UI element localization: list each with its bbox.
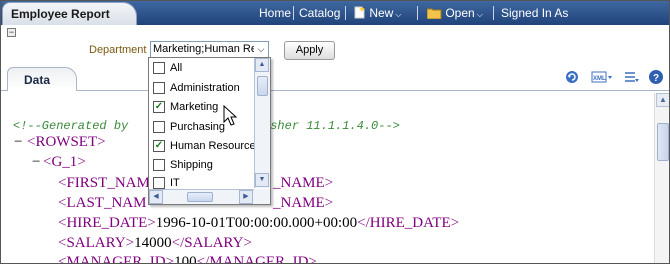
nav-new-label: New — [369, 6, 394, 20]
report-window: Employee Report Home Catalog New ⌵ Open ⌵ … — [0, 0, 670, 264]
scroll-right-icon[interactable]: ▶ — [239, 190, 253, 204]
xml-tag: MANAGER_ID — [66, 254, 166, 264]
option-it[interactable]: IT — [153, 175, 253, 189]
list-vertical-scrollbar[interactable]: ▲ ▼ — [254, 58, 270, 188]
nav-open-label: Open — [445, 6, 475, 20]
checkmark-icon[interactable]: ✓ — [153, 101, 165, 113]
xml-comment-right: sher 11.1.1.4.0--> — [270, 119, 400, 133]
xml-tag: _NAME — [273, 195, 325, 211]
department-label: Department — [89, 44, 147, 56]
option-label: All — [170, 62, 183, 74]
xml-group-line: <G_1> — [43, 154, 86, 170]
scroll-up-icon[interactable]: ▲ — [656, 93, 669, 107]
report-title: Employee Report — [11, 7, 110, 21]
nav-home-link[interactable]: Home — [259, 6, 291, 20]
nav-catalog-link[interactable]: Catalog — [299, 6, 340, 20]
report-title-tab[interactable]: Employee Report — [2, 2, 137, 25]
xml-salary-line: <SALARY>14000</SALARY> — [58, 235, 252, 251]
folder-icon — [426, 8, 442, 20]
option-marketing[interactable]: ✓ Marketing — [153, 99, 253, 118]
xml-tag: G_1 — [51, 154, 78, 170]
scroll-left-icon[interactable]: ◀ — [149, 190, 163, 204]
xml-manager-line: <MANAGER_ID>100</MANAGER_ID> — [58, 254, 317, 264]
xml-tag: SALARY — [184, 235, 244, 251]
chevron-down-icon: ⌵ — [395, 10, 402, 19]
nav-open-menu[interactable]: Open ⌵ — [426, 6, 483, 20]
scroll-up-icon[interactable]: ▲ — [255, 58, 269, 72]
refresh-icon[interactable] — [564, 69, 580, 85]
xml-tag: ROWSET — [35, 134, 98, 150]
option-label: IT — [170, 177, 180, 189]
nav-separator — [293, 6, 294, 20]
apply-button[interactable]: Apply — [284, 41, 335, 60]
nav-separator — [493, 6, 494, 20]
scroll-thumb[interactable] — [187, 192, 213, 202]
xml-value: 1996-10-01T00:00:00.000+00:00 — [155, 215, 358, 231]
option-label: Shipping — [170, 159, 213, 171]
department-select[interactable]: Marketing;Human Res ⌵ — [150, 41, 269, 58]
option-administration[interactable]: Administration — [153, 80, 253, 99]
option-purchasing[interactable]: Purchasing — [153, 119, 253, 138]
xml-tag: HIRE_DATE — [369, 215, 451, 231]
xml-value: 100 — [174, 254, 197, 264]
collapse-params-icon[interactable]: − — [7, 28, 16, 37]
option-label: Human Resources — [170, 140, 262, 152]
svg-text:XML: XML — [593, 76, 606, 82]
xml-tag: MANAGER_ID — [209, 254, 309, 264]
scroll-thumb[interactable] — [657, 123, 669, 161]
department-select-value: Marketing;Human Res — [153, 43, 263, 55]
option-checkbox[interactable] — [153, 121, 165, 133]
option-label: Administration — [170, 82, 240, 94]
chevron-down-icon: ⌵ — [476, 10, 483, 19]
nav-separator — [345, 6, 346, 20]
option-all[interactable]: All — [153, 60, 253, 79]
mouse-pointer-icon — [223, 105, 237, 126]
department-options-list[interactable]: All Administration ✓ Marketing Purchasing… — [148, 57, 271, 205]
export-xml-icon[interactable]: XML — [591, 69, 613, 85]
xml-first-name-line: <FIRST_NAM — [58, 175, 150, 191]
xml-tag: _NAME — [273, 175, 325, 191]
scroll-thumb[interactable] — [257, 76, 268, 96]
chevron-down-icon: ⌵ — [254, 42, 268, 57]
checkmark-icon[interactable]: ✓ — [153, 140, 165, 152]
xml-comment-left: <!--Generated by — [13, 119, 129, 133]
xml-last-name-line: <LAST_NAM — [58, 195, 147, 211]
option-human-resources[interactable]: ✓ Human Resources — [153, 138, 261, 157]
option-checkbox[interactable] — [153, 177, 165, 189]
xml-tag: SALARY — [66, 235, 126, 251]
option-checkbox[interactable] — [153, 82, 165, 94]
xml-rowset-line: <ROWSET> — [27, 134, 106, 150]
xml-last-name-close: _NAME> — [273, 195, 334, 211]
svg-text:?: ? — [653, 73, 659, 84]
help-icon[interactable]: ? — [648, 69, 664, 85]
signed-in-as-label[interactable]: Signed In As — [501, 6, 568, 20]
scroll-down-icon[interactable]: ▼ — [255, 173, 269, 187]
xml-value: 14000 — [134, 235, 172, 251]
tab-data[interactable]: Data — [7, 67, 77, 91]
collapse-node-icon[interactable]: − — [14, 134, 22, 151]
content-vertical-scrollbar[interactable]: ▲ — [654, 93, 669, 263]
nav-separator — [417, 6, 418, 20]
list-horizontal-scrollbar[interactable]: ◀ ▶ — [149, 189, 254, 204]
option-label: Marketing — [170, 101, 219, 113]
xml-tag: HIRE_DATE — [66, 215, 148, 231]
tab-data-label: Data — [24, 73, 51, 87]
option-label: Purchasing — [170, 121, 226, 133]
option-shipping[interactable]: Shipping — [153, 157, 253, 176]
xml-first-name-close: _NAME> — [273, 175, 334, 191]
new-document-icon — [354, 6, 365, 19]
option-checkbox[interactable] — [153, 159, 165, 171]
xml-tag: FIRST_NAM — [66, 175, 150, 191]
collapse-node-icon[interactable]: − — [32, 154, 40, 171]
scrollbar-corner — [254, 189, 270, 204]
nav-new-menu[interactable]: New ⌵ — [353, 6, 401, 20]
xml-hire-date-line: <HIRE_DATE>1996-10-01T00:00:00.000+00:00… — [58, 215, 460, 231]
options-list-icon[interactable] — [623, 69, 639, 85]
xml-tag: LAST_NAM — [66, 195, 147, 211]
option-checkbox[interactable] — [153, 62, 165, 74]
